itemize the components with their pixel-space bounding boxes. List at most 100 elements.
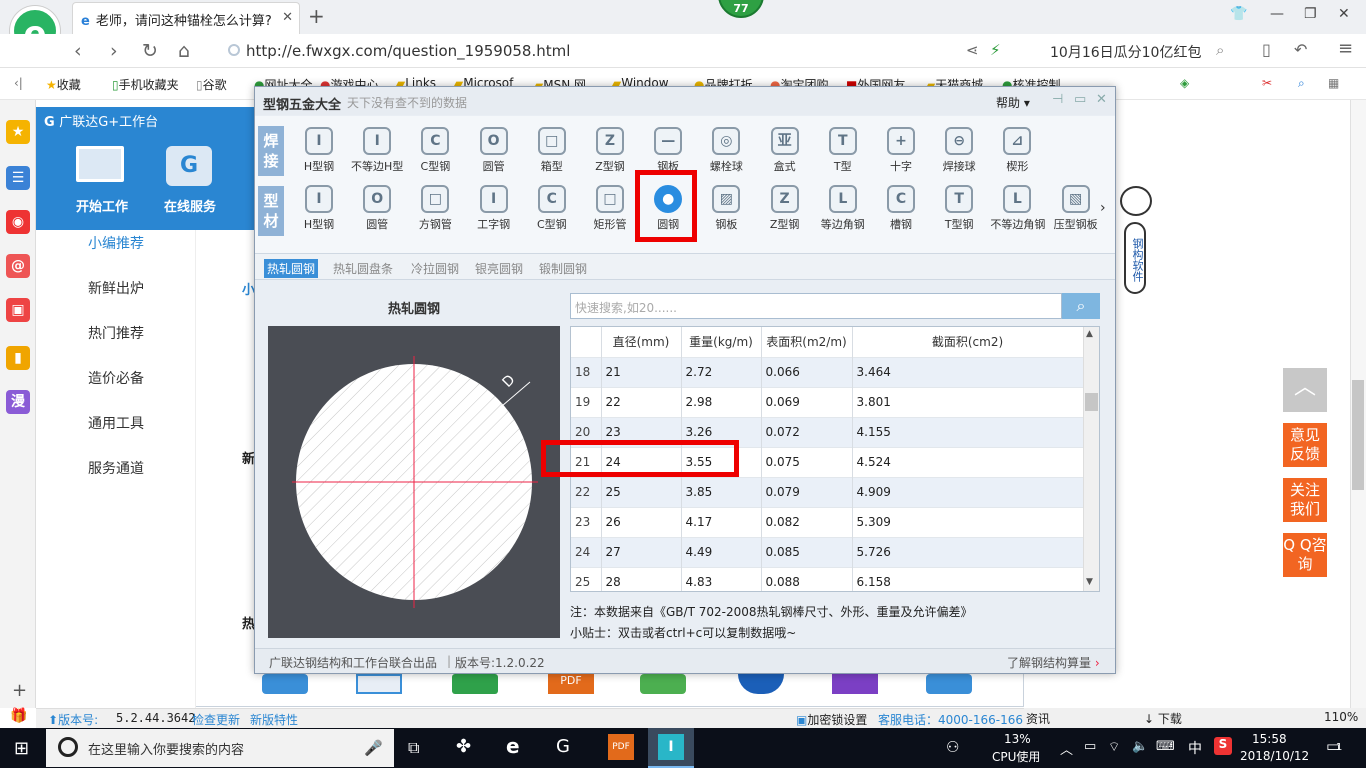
feedback-button[interactable]: 意见反馈 bbox=[1283, 423, 1327, 467]
undo-icon[interactable]: ↶ bbox=[1294, 40, 1307, 59]
table-cell[interactable]: 0.079 bbox=[761, 476, 853, 507]
table-cell[interactable]: 3.464 bbox=[852, 356, 1084, 387]
close-window-icon[interactable]: ✕ bbox=[1338, 6, 1350, 22]
cpu-label[interactable]: CPU使用 bbox=[992, 748, 1040, 765]
url-text[interactable]: http://e.fwxgx.com/question_1959058.html bbox=[246, 42, 570, 60]
table-cell[interactable]: 2.72 bbox=[681, 356, 762, 387]
new-tab-button[interactable]: + bbox=[308, 4, 325, 28]
weld-tool[interactable]: □ 箱型 bbox=[525, 127, 579, 174]
game-icon[interactable]: ▣ bbox=[6, 298, 30, 322]
sogou-icon[interactable]: S bbox=[1214, 737, 1232, 755]
share-icon[interactable]: ⋖ bbox=[966, 41, 979, 59]
table-row[interactable]: 25 28 4.83 0.088 6.158 bbox=[571, 566, 1084, 591]
check-update-link[interactable]: 检查更新 bbox=[192, 711, 240, 728]
wifi-icon[interactable]: ⌔ bbox=[1108, 739, 1120, 755]
table-cell[interactable]: 6.158 bbox=[852, 566, 1084, 591]
table-header[interactable]: 截面积(cm2) bbox=[852, 327, 1084, 357]
scissors-icon[interactable]: ✂ bbox=[1262, 76, 1272, 90]
scroll-up-icon[interactable]: ▲ bbox=[1086, 329, 1093, 339]
table-cell[interactable]: 4.155 bbox=[852, 416, 1084, 447]
microphone-icon[interactable]: 🎤 bbox=[364, 739, 383, 757]
weld-tool[interactable]: — 钢板 bbox=[641, 127, 695, 174]
taskbar-search-input[interactable]: 在这里输入你要搜索的内容 bbox=[46, 729, 394, 767]
profile-tool[interactable]: □ 方钢管 bbox=[408, 185, 462, 232]
profile-tool[interactable]: ▧ 压型钢板 bbox=[1049, 185, 1103, 232]
table-cell[interactable]: 0.069 bbox=[761, 386, 853, 417]
ime-indicator[interactable]: 中 bbox=[1188, 738, 1202, 758]
learn-more-link[interactable]: 了解钢结构算量 › bbox=[1007, 654, 1100, 671]
favorites-icon[interactable]: ★ bbox=[6, 120, 30, 144]
help-menu[interactable]: 帮助 ▾ bbox=[996, 94, 1030, 111]
monitor-icon[interactable] bbox=[76, 146, 124, 182]
profile-tool[interactable]: I 工字钢 bbox=[467, 185, 521, 232]
weld-tool[interactable]: 亚盒式 bbox=[758, 127, 812, 174]
table-cell[interactable]: 0.082 bbox=[761, 506, 853, 537]
status-download[interactable]: ↓ 下载 bbox=[1144, 710, 1182, 727]
volume-icon[interactable]: 🔈 bbox=[1132, 739, 1148, 754]
menu-item-cost[interactable]: 造价必备 bbox=[36, 368, 196, 388]
table-header[interactable]: 直径(mm) bbox=[601, 327, 682, 357]
pin-icon[interactable]: ⊣ bbox=[1052, 92, 1063, 107]
battery-icon[interactable]: ▭ bbox=[1084, 739, 1096, 754]
close-icon[interactable]: ✕ bbox=[1096, 92, 1107, 107]
clock-date[interactable]: 2018/10/12 bbox=[1240, 749, 1309, 763]
table-header[interactable]: 重量(kg/m) bbox=[681, 327, 762, 357]
browser-tab-active[interactable]: e 老师，请问这种锚栓怎么计算? ✕ bbox=[72, 2, 300, 34]
table-cell[interactable]: 0.088 bbox=[761, 566, 853, 591]
back-icon[interactable]: ‹ bbox=[74, 40, 82, 62]
profile-tool[interactable]: C 槽钢 bbox=[874, 185, 928, 232]
minimize-icon[interactable]: ▭ bbox=[1074, 92, 1086, 107]
profile-tool[interactable]: L 等边角钢 bbox=[816, 185, 870, 232]
page-scroll-thumb[interactable] bbox=[1352, 380, 1364, 490]
refresh-icon[interactable]: ↻ bbox=[142, 40, 158, 62]
table-row[interactable]: 19 22 2.98 0.069 3.801 bbox=[571, 386, 1084, 417]
profile-tool[interactable]: T T型钢 bbox=[932, 185, 986, 232]
subtab-bright[interactable]: 银亮圆钢 bbox=[472, 259, 526, 278]
status-news[interactable]: 资讯 bbox=[1026, 710, 1050, 727]
table-row[interactable]: 23 26 4.17 0.082 5.309 bbox=[571, 506, 1084, 537]
start-work-button[interactable]: 开始工作 bbox=[76, 196, 128, 215]
table-cell[interactable]: 2.98 bbox=[681, 386, 762, 417]
phone-icon[interactable]: ▯ bbox=[1262, 40, 1271, 59]
windows-start-icon[interactable]: ⊞ bbox=[14, 738, 29, 759]
table-cell[interactable]: 0.085 bbox=[761, 536, 853, 567]
subtab-wire-rod[interactable]: 热轧圆盘条 bbox=[330, 259, 396, 278]
pdf-taskbar-icon[interactable]: PDF bbox=[608, 734, 634, 760]
menu-item-tools[interactable]: 通用工具 bbox=[36, 413, 196, 433]
promo-text[interactable]: 10月16日瓜分10亿红包 bbox=[1050, 42, 1201, 62]
minimize-icon[interactable]: — bbox=[1270, 6, 1284, 22]
collapse-icon[interactable]: ‹| bbox=[14, 76, 23, 90]
subtab-hot-rolled[interactable]: 热轧圆钢 bbox=[264, 259, 319, 278]
shield-icon[interactable]: ◈ bbox=[1180, 76, 1189, 90]
table-cell[interactable]: 4.83 bbox=[681, 566, 762, 591]
mail-icon[interactable]: @ bbox=[6, 254, 30, 278]
clock-time[interactable]: 15:58 bbox=[1252, 732, 1287, 746]
search-icon[interactable]: ⌕ bbox=[1216, 41, 1224, 59]
menu-icon[interactable]: ≡ bbox=[1338, 38, 1353, 59]
menu-item-service[interactable]: 服务通道 bbox=[36, 458, 196, 478]
qq-consult-button[interactable]: Q Q咨询 bbox=[1283, 533, 1327, 577]
profile-tool[interactable]: C C型钢 bbox=[525, 185, 579, 232]
weld-tool[interactable]: + 十字 bbox=[874, 127, 928, 174]
table-scrollbar[interactable]: ▲ ▼ bbox=[1083, 327, 1099, 591]
weld-tool[interactable]: Z Z型钢 bbox=[583, 127, 637, 174]
profile-tool[interactable]: I H型钢 bbox=[292, 185, 346, 232]
back-to-top-icon[interactable]: ︿ bbox=[1283, 368, 1327, 412]
profile-tool[interactable]: Z Z型钢 bbox=[758, 185, 812, 232]
app-icon[interactable] bbox=[832, 674, 878, 694]
menu-item-hot[interactable]: 热门推荐 bbox=[36, 323, 196, 343]
table-cell[interactable]: 0.066 bbox=[761, 356, 853, 387]
table-cell[interactable]: 21 bbox=[601, 356, 682, 387]
profile-tool[interactable]: O 圆管 bbox=[350, 185, 404, 232]
weld-tool[interactable]: O 圆管 bbox=[467, 127, 521, 174]
new-features-link[interactable]: 新版特性 bbox=[250, 711, 298, 728]
bolt-icon[interactable]: ⚡ bbox=[990, 41, 1001, 59]
table-cell[interactable]: 25 bbox=[601, 476, 682, 507]
fan-app-icon[interactable]: ✤ bbox=[456, 736, 471, 757]
bookmark-item[interactable]: ▯谷歌 bbox=[196, 76, 227, 93]
app-icon[interactable] bbox=[262, 674, 308, 694]
weld-tool[interactable]: T T型 bbox=[816, 127, 870, 174]
task-view-icon[interactable]: ⧉ bbox=[408, 738, 419, 758]
bookmark-item[interactable]: ▯手机收藏夹 bbox=[112, 76, 179, 93]
lock-settings-link[interactable]: ▣加密锁设置 bbox=[796, 711, 867, 728]
